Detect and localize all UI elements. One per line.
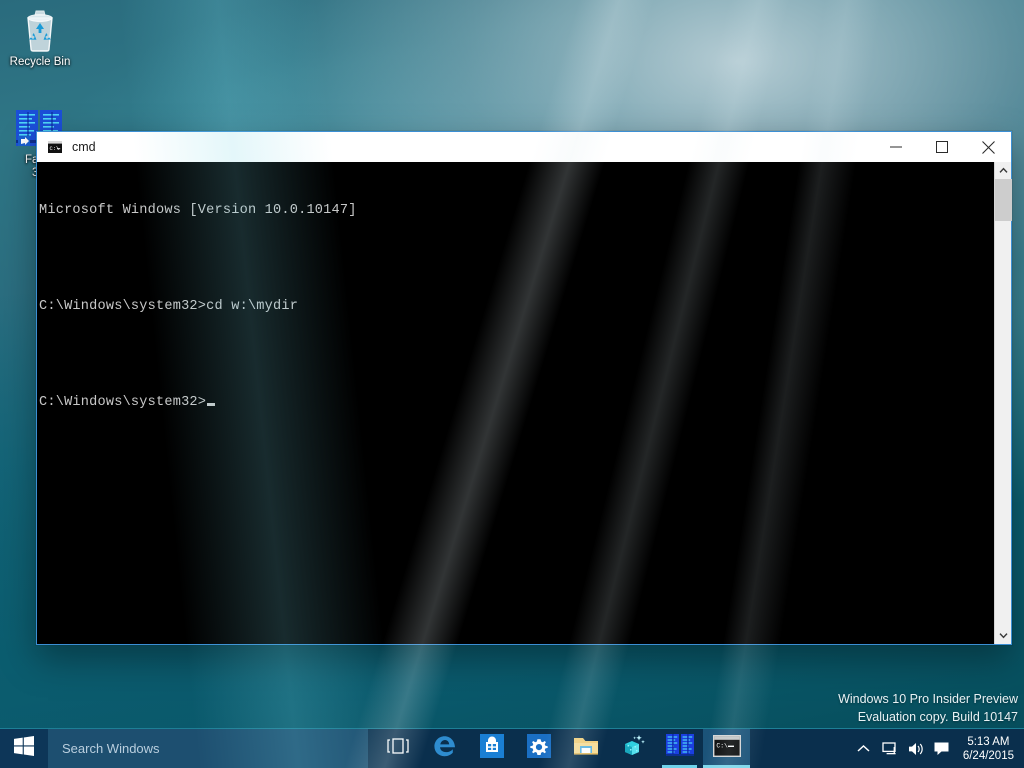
- taskbar-item-far-manager[interactable]: [656, 729, 703, 768]
- taskbar-item-task-view[interactable]: [374, 729, 421, 768]
- desktop-icon-recycle-bin[interactable]: Recycle Bin: [1, 6, 79, 69]
- cmd-window[interactable]: C:\ cmd Microsoft Windows [Version 10.0.: [36, 131, 1012, 645]
- desktop-icon-label: Recycle Bin: [9, 56, 71, 68]
- taskbar-apps: C:\: [374, 729, 750, 768]
- scroll-down-icon[interactable]: [995, 627, 1012, 644]
- chevron-up-icon[interactable]: [851, 729, 877, 768]
- desktop-icon-far-manager[interactable]: Far M 3...: [1, 104, 79, 180]
- clock-time: 5:13 AM: [967, 735, 1010, 748]
- taskbar-item-microsoft-edge[interactable]: [421, 729, 468, 768]
- edge-icon: [432, 733, 458, 764]
- console-line: C:\Windows\system32>cd w:\mydir: [39, 299, 299, 314]
- svg-text:C:\: C:\: [716, 743, 728, 750]
- evaluation-watermark: Windows 10 Pro Insider Preview Evaluatio…: [838, 690, 1018, 726]
- scroll-up-icon[interactable]: [995, 162, 1012, 179]
- taskbar[interactable]: Search Windows C:\ 5:13 AM 6/24/2015: [0, 728, 1024, 768]
- scrollbar-track[interactable]: [994, 179, 1012, 627]
- taskbar-item-settings[interactable]: [515, 729, 562, 768]
- taskbar-item-sparkle-app[interactable]: [609, 729, 656, 768]
- taskbar-item-store[interactable]: [468, 729, 515, 768]
- taskbar-item-file-explorer[interactable]: [562, 729, 609, 768]
- start-button[interactable]: [0, 729, 48, 768]
- far-manager-icon: [1, 104, 79, 150]
- console-line: Microsoft Windows [Version 10.0.10147]: [39, 203, 357, 218]
- scrollbar-thumb[interactable]: [994, 179, 1012, 221]
- search-box[interactable]: Search Windows: [48, 729, 368, 768]
- sparkle-cube-icon: [620, 733, 646, 764]
- system-tray: 5:13 AM 6/24/2015: [851, 729, 1024, 768]
- clock-date: 6/24/2015: [962, 749, 1014, 762]
- console-prompt-line: C:\Windows\system32>: [39, 395, 994, 411]
- desktop[interactable]: Recycle Bin Far M 3... C:\ cmd Microsoft…: [0, 0, 1024, 768]
- console-body[interactable]: Microsoft Windows [Version 10.0.10147] C…: [37, 162, 1012, 644]
- store-icon: [479, 733, 505, 764]
- console-scrollbar[interactable]: [994, 162, 1012, 644]
- console-output[interactable]: Microsoft Windows [Version 10.0.10147] C…: [37, 162, 994, 644]
- speaker-icon[interactable]: [903, 729, 929, 768]
- taskbar-item-cmd[interactable]: C:\: [703, 729, 750, 768]
- search-input[interactable]: Search Windows: [62, 741, 160, 756]
- far-manager-icon: [665, 733, 695, 764]
- minimize-button[interactable]: [873, 133, 919, 162]
- desktop-icon-label-overflow: 3...: [32, 167, 48, 179]
- close-button[interactable]: [965, 133, 1011, 162]
- window-title: cmd: [72, 140, 96, 154]
- network-icon[interactable]: [877, 729, 903, 768]
- watermark-line-1: Windows 10 Pro Insider Preview: [838, 692, 1018, 706]
- windows-logo-icon: [14, 736, 34, 761]
- maximize-button[interactable]: [919, 133, 965, 162]
- console-prompt: C:\Windows\system32>: [39, 395, 207, 410]
- watermark-line-2: Evaluation copy. Build 10147: [857, 710, 1018, 724]
- speech-bubble-icon[interactable]: [929, 729, 955, 768]
- folder-icon: [572, 734, 600, 763]
- task-view-icon: [386, 737, 409, 760]
- recycle-bin-icon: [1, 6, 79, 52]
- console-cursor: [207, 403, 216, 406]
- console-icon: C:\: [712, 735, 741, 762]
- console-icon: C:\: [47, 140, 63, 154]
- clock[interactable]: 5:13 AM 6/24/2015: [955, 729, 1024, 768]
- window-title-bar[interactable]: C:\ cmd: [37, 132, 1011, 162]
- svg-text:C:\: C:\: [50, 146, 60, 152]
- desktop-icon-label: Far M: [24, 154, 56, 166]
- settings-gear-icon: [526, 733, 552, 764]
